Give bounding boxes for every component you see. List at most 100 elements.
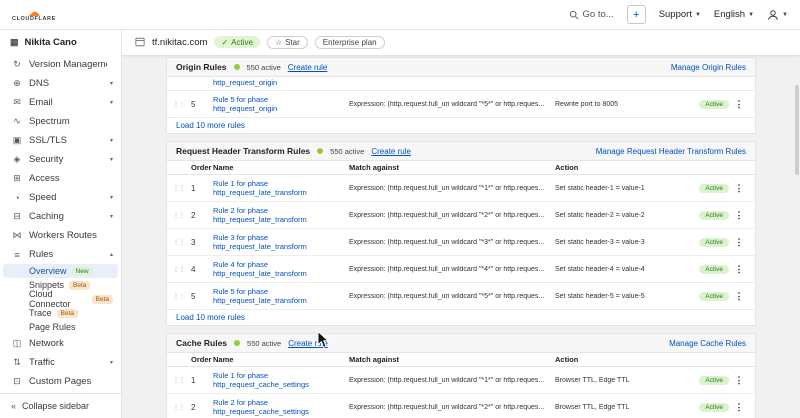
- rule-action: Set static header-3 = value-3: [555, 239, 677, 246]
- user-menu[interactable]: ▼: [767, 9, 788, 21]
- mouse-cursor: [317, 331, 329, 349]
- sidebar-item-custom-pages[interactable]: ⊡ Custom Pages: [0, 372, 121, 391]
- kebab-menu-icon[interactable]: ⋮: [735, 183, 744, 194]
- sidebar-item-caching[interactable]: ⊟ Caching ▾: [0, 207, 121, 226]
- rule-name-link[interactable]: Rule 2 for phase http_request_cache_sett…: [213, 398, 349, 417]
- rule-name-link[interactable]: Rule 1 for phase http_request_cache_sett…: [213, 371, 349, 390]
- star-button[interactable]: ☆ Star: [267, 36, 308, 49]
- rule-action: Set static header-4 = value-4: [555, 266, 677, 273]
- kebab-menu-icon[interactable]: ⋮: [735, 237, 744, 248]
- new-badge: New: [72, 267, 93, 276]
- manage-origin-rules-link[interactable]: Manage Origin Rules: [671, 63, 746, 72]
- manage-cache-rules-link[interactable]: Manage Cache Rules: [669, 339, 746, 348]
- account-name: Nikita Cano: [25, 37, 77, 48]
- sidebar-item-spectrum[interactable]: ∿ Spectrum: [0, 112, 121, 131]
- sidebar-item-ssl-tls[interactable]: ▣ SSL/TLS ▾: [0, 131, 121, 150]
- table-row: ⋮⋮ 5 Rule 5 for phase http_request_origi…: [167, 91, 755, 118]
- speed-gauge-icon: ◔: [11, 193, 23, 203]
- rule-name-link[interactable]: Rule 3 for phase http_request_late_trans…: [213, 233, 349, 252]
- sidebar-item-rules[interactable]: ≡ Rules ▴: [0, 245, 121, 264]
- drag-handle-icon[interactable]: ⋮⋮: [173, 239, 191, 246]
- sidebar-item-email[interactable]: ✉ Email ▾: [0, 93, 121, 112]
- create-rule-link[interactable]: Create rule: [371, 147, 411, 156]
- add-site-button[interactable]: +: [627, 5, 646, 24]
- sidebar-item-rules-trace[interactable]: Trace Beta: [0, 306, 121, 320]
- drag-handle-icon[interactable]: ⋮⋮: [173, 404, 191, 411]
- kebab-menu-icon[interactable]: ⋮: [735, 210, 744, 221]
- status-dot-icon: [234, 64, 240, 70]
- sidebar-item-traffic[interactable]: ⇅ Traffic ▾: [0, 353, 121, 372]
- collapse-icon: «: [11, 401, 16, 411]
- chevron-down-icon: ▾: [110, 156, 113, 163]
- rule-order: 5: [191, 292, 213, 301]
- rule-action: Set static header-5 = value-5: [555, 293, 677, 300]
- sidebar-item-rules-cloud-connector[interactable]: Cloud Connector Beta: [0, 292, 121, 306]
- main-content: tf.nikitac.com ✓ Active ☆ Star Enterpris…: [122, 29, 800, 418]
- chevron-down-icon: ▾: [110, 137, 113, 144]
- sidebar-item-rules-overview[interactable]: Overview New: [3, 264, 118, 278]
- kebab-menu-icon[interactable]: ⋮: [735, 264, 744, 275]
- version-management-icon: ↻: [11, 59, 23, 70]
- section-header: Cache Rules 550 active Create rule Manag…: [167, 334, 755, 353]
- status-badge: Active: [699, 184, 729, 193]
- chevron-down-icon: ▼: [695, 12, 701, 18]
- load-more-rules-link[interactable]: Load 10 more rules: [176, 121, 245, 130]
- status-badge: Active: [699, 376, 729, 385]
- language-menu[interactable]: English ▼: [714, 9, 754, 20]
- plus-icon: +: [633, 9, 639, 21]
- section-title: Origin Rules: [176, 62, 227, 72]
- collapse-sidebar-button[interactable]: « Collapse sidebar: [0, 393, 121, 418]
- rule-name-link[interactable]: http_request_origin: [213, 77, 277, 88]
- section-title: Cache Rules: [176, 338, 227, 348]
- manage-request-header-transform-rules-link[interactable]: Manage Request Header Transform Rules: [596, 147, 746, 156]
- table-row: ⋮⋮ 4 Rule 4 for phase http_request_late_…: [167, 256, 755, 283]
- drag-handle-icon[interactable]: ⋮⋮: [173, 212, 191, 219]
- kebab-menu-icon[interactable]: ⋮: [735, 402, 744, 413]
- sidebar-item-network[interactable]: ◫ Network: [0, 334, 121, 353]
- sidebar-item-version-management[interactable]: ↻ Version Management: [0, 55, 121, 74]
- rule-name-link[interactable]: Rule 5 for phase http_request_late_trans…: [213, 287, 349, 306]
- drag-handle-icon[interactable]: ⋮⋮: [173, 266, 191, 273]
- status-dot-icon: [234, 340, 240, 346]
- drag-handle-icon[interactable]: ⋮⋮: [173, 293, 191, 300]
- user-icon: [767, 9, 779, 21]
- vertical-scrollbar[interactable]: [795, 85, 799, 175]
- domain-status-badge: ✓ Active: [214, 36, 260, 48]
- sidebar-item-workers-routes[interactable]: ⋈ Workers Routes: [0, 226, 121, 245]
- star-icon: ☆: [275, 38, 282, 47]
- rule-order: 2: [191, 403, 213, 412]
- global-search[interactable]: Go to...: [569, 9, 614, 20]
- sidebar-item-security[interactable]: ◈ Security ▾: [0, 150, 121, 169]
- chevron-down-icon: ▾: [110, 359, 113, 366]
- rule-name-link[interactable]: Rule 2 for phase http_request_late_trans…: [213, 206, 349, 225]
- kebab-menu-icon[interactable]: ⋮: [735, 99, 744, 110]
- chevron-down-icon: ▼: [782, 12, 788, 18]
- drag-handle-icon[interactable]: ⋮⋮: [173, 377, 191, 384]
- account-selector[interactable]: ▦ Nikita Cano: [0, 29, 121, 55]
- cloudflare-logo[interactable]: ☁ CLOUDFLARE: [12, 7, 56, 23]
- sidebar-item-access[interactable]: ⊞ Access: [0, 169, 121, 188]
- rule-match-expression: Expression: (http.request.full_uri wildc…: [349, 212, 555, 219]
- drag-handle-icon[interactable]: ⋮⋮: [173, 185, 191, 192]
- chevron-down-icon: ▾: [110, 99, 113, 106]
- support-menu[interactable]: Support ▼: [659, 9, 701, 20]
- chevron-down-icon: ▾: [110, 213, 113, 220]
- column-action: Action: [555, 163, 677, 172]
- load-more-rules-link[interactable]: Load 10 more rules: [176, 313, 245, 322]
- sidebar-item-dns[interactable]: ⊕ DNS ▾: [0, 74, 121, 93]
- plan-badge: Enterprise plan: [315, 36, 385, 49]
- kebab-menu-icon[interactable]: ⋮: [735, 375, 744, 386]
- create-rule-link[interactable]: Create rule: [288, 63, 328, 72]
- active-count: 550 active: [247, 63, 281, 72]
- sidebar: ▦ Nikita Cano ↻ Version Management ⊕ DNS…: [0, 29, 122, 418]
- sidebar-item-speed[interactable]: ◔ Speed ▾: [0, 188, 121, 207]
- sidebar-item-rules-page-rules[interactable]: Page Rules: [0, 320, 121, 334]
- drag-handle-icon[interactable]: ⋮⋮: [173, 101, 191, 108]
- table-row: ⋮⋮ 3 Rule 3 for phase http_request_late_…: [167, 229, 755, 256]
- rule-name-link[interactable]: Rule 5 for phase http_request_origin: [213, 95, 349, 114]
- rule-name-link[interactable]: Rule 4 for phase http_request_late_trans…: [213, 260, 349, 279]
- access-icon: ⊞: [11, 173, 23, 184]
- rule-name-link[interactable]: Rule 1 for phase http_request_late_trans…: [213, 179, 349, 198]
- chevron-down-icon: ▾: [110, 194, 113, 201]
- kebab-menu-icon[interactable]: ⋮: [735, 291, 744, 302]
